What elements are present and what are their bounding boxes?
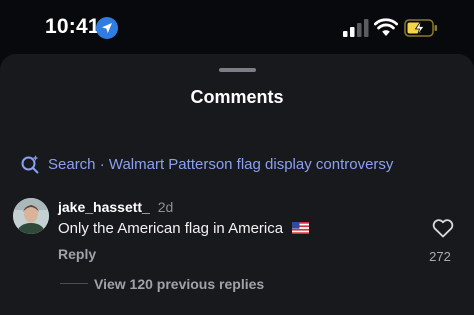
- sparkle-search-icon: [21, 155, 39, 174]
- comment-body: Only the American flag in America: [58, 220, 284, 237]
- comment-username[interactable]: jake_hassett_: [58, 199, 150, 215]
- avatar[interactable]: [13, 198, 49, 234]
- status-bar: 10:41: [0, 0, 474, 56]
- replies-divider: [60, 283, 88, 284]
- like-count: 272: [429, 249, 451, 264]
- heart-icon[interactable]: [432, 218, 454, 238]
- related-search-link[interactable]: Search · Walmart Patterson flag display …: [20, 154, 393, 174]
- comments-sheet: Comments Search · Walmart Patterson flag…: [0, 54, 474, 315]
- search-label: Search · Walmart Patterson flag display …: [48, 155, 394, 173]
- reply-button[interactable]: Reply: [58, 246, 96, 262]
- comment-timestamp: 2d: [157, 199, 174, 215]
- drag-handle[interactable]: [219, 68, 256, 72]
- status-time: 10:41: [45, 15, 100, 38]
- battery-charging-icon: [404, 19, 437, 37]
- sheet-title: Comments: [190, 87, 284, 107]
- comment-header: jake_hassett_ 2d: [58, 199, 173, 215]
- location-arrow-icon: [96, 17, 118, 39]
- comment-text: Only the American flag in America: [58, 220, 310, 237]
- cellular-signal-icon: [343, 19, 369, 37]
- wifi-icon: [374, 18, 398, 36]
- us-flag-icon: [292, 222, 310, 234]
- view-previous-replies-button[interactable]: View 120 previous replies: [94, 276, 264, 292]
